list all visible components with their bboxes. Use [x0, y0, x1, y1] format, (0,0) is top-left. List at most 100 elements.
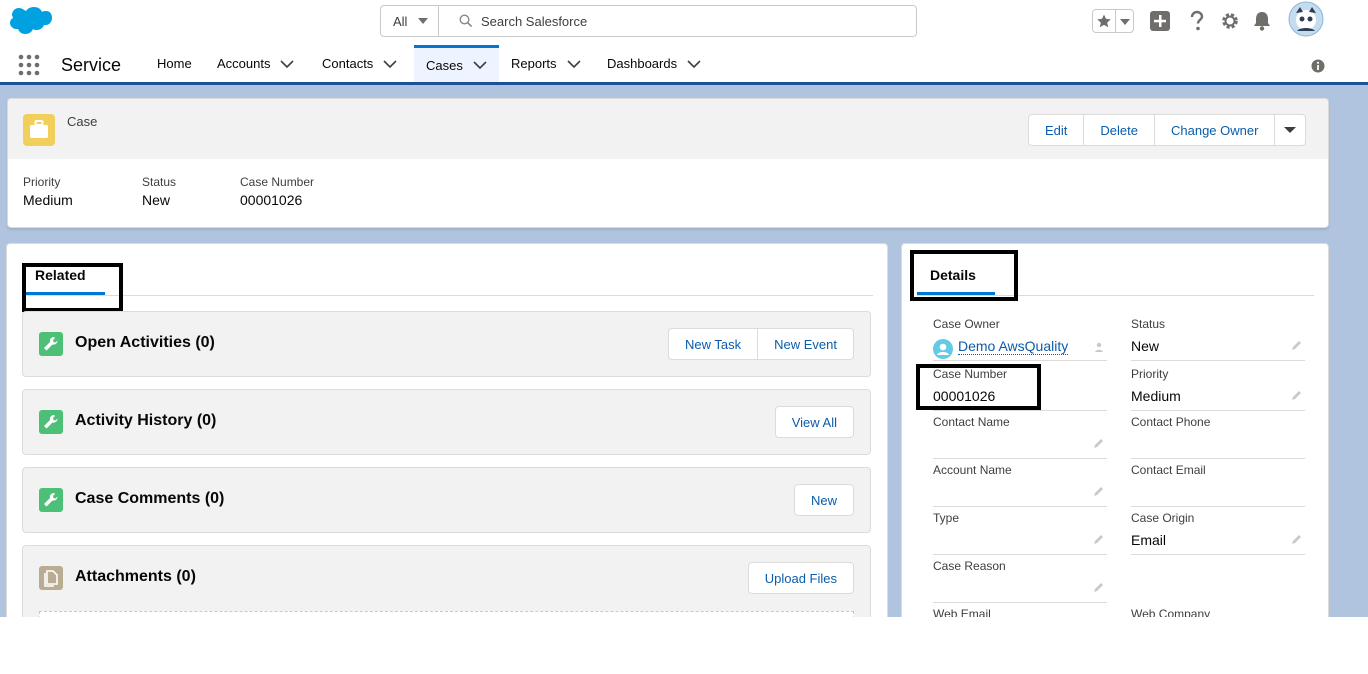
nav-item-label: Reports [511, 56, 557, 71]
nav-item-contacts[interactable]: Contacts [310, 45, 409, 82]
nav-item-reports[interactable]: Reports [499, 45, 593, 82]
upload-files-button[interactable]: Upload Files [747, 562, 854, 594]
field-label: Contact Name [933, 415, 1010, 429]
setup-gear-icon[interactable] [1220, 11, 1240, 31]
field-web-email: Web Email [933, 607, 1107, 617]
nav-item-label: Accounts [217, 56, 271, 71]
field-label: Web Company [1131, 607, 1211, 617]
pencil-icon[interactable] [1291, 389, 1303, 401]
wrench-icon [39, 410, 63, 434]
nav-item-label: Dashboards [607, 56, 678, 71]
wrench-icon [39, 332, 63, 356]
field-label: Contact Phone [1131, 415, 1211, 429]
wrench-icon [39, 488, 63, 512]
app-launcher-icon[interactable] [18, 54, 40, 76]
field-contact-email: Contact Email [1131, 463, 1305, 507]
annotation-box [910, 250, 1018, 301]
pencil-icon[interactable] [1093, 485, 1105, 497]
related-panel: Related Open Activities (0) New Task New… [6, 243, 888, 617]
related-list-open-activities: Open Activities (0) New Task New Event [22, 311, 871, 377]
related-list-title[interactable]: Activity History (0) [75, 412, 216, 430]
global-header: All [0, 0, 1368, 45]
field-type: Type [933, 511, 1107, 555]
chevron-down-icon[interactable] [687, 59, 701, 69]
view-all-button[interactable]: View All [774, 406, 854, 438]
field-label: Case Origin [1131, 511, 1195, 525]
annotation-box [22, 263, 123, 312]
field-case-reason: Case Reason [933, 559, 1107, 603]
field-label: Case Number [240, 175, 315, 189]
record-highlights-panel: Case Edit Delete Change Owner Priority M… [7, 98, 1329, 228]
related-list-activity-history: Activity History (0) View All [22, 389, 871, 455]
chevron-down-icon[interactable] [383, 59, 397, 69]
info-icon[interactable] [1311, 59, 1325, 73]
field-value: Email [1131, 532, 1167, 548]
salesforce-logo[interactable] [8, 5, 52, 37]
related-list-title[interactable]: Case Comments (0) [75, 490, 224, 508]
nav-item-cases[interactable]: Cases [414, 45, 499, 82]
favorites-button[interactable] [1092, 9, 1134, 33]
field-status: Status New [1131, 317, 1305, 361]
record-entity-label: Case [67, 114, 98, 129]
field-contact-name: Contact Name [933, 415, 1107, 459]
file-icon [39, 566, 63, 590]
chevron-down-icon [418, 18, 428, 24]
pencil-icon[interactable] [1291, 533, 1303, 545]
field-label: Case Owner [933, 317, 1000, 331]
delete-button[interactable]: Delete [1083, 114, 1155, 146]
field-label: Account Name [933, 463, 1012, 477]
chevron-down-icon[interactable] [280, 59, 295, 69]
related-list-actions: New [793, 484, 854, 516]
field-value[interactable]: Demo AwsQuality [958, 338, 1069, 355]
related-tabset: Related [22, 244, 873, 296]
new-comment-button[interactable]: New [793, 484, 854, 516]
app-nav-bar: Service Home Accounts Contacts Cases Rep… [0, 45, 1368, 85]
global-search: All [380, 5, 917, 37]
nav-item-home[interactable]: Home [143, 45, 206, 82]
field-value: New [142, 192, 171, 208]
chevron-down-icon[interactable] [1120, 18, 1130, 26]
new-task-button[interactable]: New Task [668, 328, 759, 360]
pencil-icon[interactable] [1093, 437, 1105, 449]
related-list-title[interactable]: Open Activities (0) [75, 334, 215, 352]
search-input[interactable] [481, 6, 881, 36]
details-panel: Details Case Owner Demo AwsQuality Statu… [901, 243, 1329, 617]
chevron-down-icon[interactable] [473, 60, 487, 70]
global-create-icon[interactable] [1149, 10, 1171, 32]
edit-button[interactable]: Edit [1028, 114, 1085, 146]
pencil-icon[interactable] [1093, 581, 1105, 593]
field-label: Contact Email [1131, 463, 1206, 477]
pencil-icon[interactable] [1291, 339, 1303, 351]
field-label: Priority [1131, 367, 1169, 381]
salesforce-case-page: All Search Salesforce Service Home Accou… [0, 0, 1368, 617]
field-label: Web Email [933, 607, 991, 617]
field-label: Status [1131, 317, 1166, 331]
file-drop-zone[interactable] [39, 611, 854, 617]
user-avatar[interactable] [1288, 1, 1324, 37]
nav-item-label: Home [157, 56, 192, 71]
annotation-box [916, 364, 1041, 410]
search-scope-select[interactable]: All [381, 6, 439, 36]
search-icon [459, 14, 473, 28]
field-account-name: Account Name [933, 463, 1107, 507]
field-contact-phone: Contact Phone [1131, 415, 1305, 459]
help-icon[interactable] [1187, 10, 1207, 32]
field-priority: Priority Medium [1131, 367, 1305, 411]
field-case-owner: Case Owner Demo AwsQuality [933, 317, 1107, 361]
field-label: Case Reason [933, 559, 1006, 573]
nav-item-dashboards[interactable]: Dashboards [595, 45, 713, 82]
notifications-bell-icon[interactable] [1252, 11, 1272, 31]
nav-item-accounts[interactable]: Accounts [205, 45, 306, 82]
change-owner-icon[interactable] [1093, 341, 1105, 353]
chevron-down-icon[interactable] [566, 59, 581, 69]
highlight-case-number: Case Number 00001026 [240, 175, 314, 208]
pencil-icon[interactable] [1093, 533, 1105, 545]
field-web-company: Web Company [1131, 607, 1305, 617]
more-actions-button[interactable] [1274, 114, 1307, 146]
user-icon [937, 343, 949, 355]
case-owner-link[interactable]: Demo AwsQuality [958, 338, 1069, 355]
briefcase-icon [30, 120, 48, 138]
related-list-title[interactable]: Attachments (0) [75, 568, 196, 586]
new-event-button[interactable]: New Event [757, 328, 854, 360]
change-owner-button[interactable]: Change Owner [1153, 114, 1276, 146]
